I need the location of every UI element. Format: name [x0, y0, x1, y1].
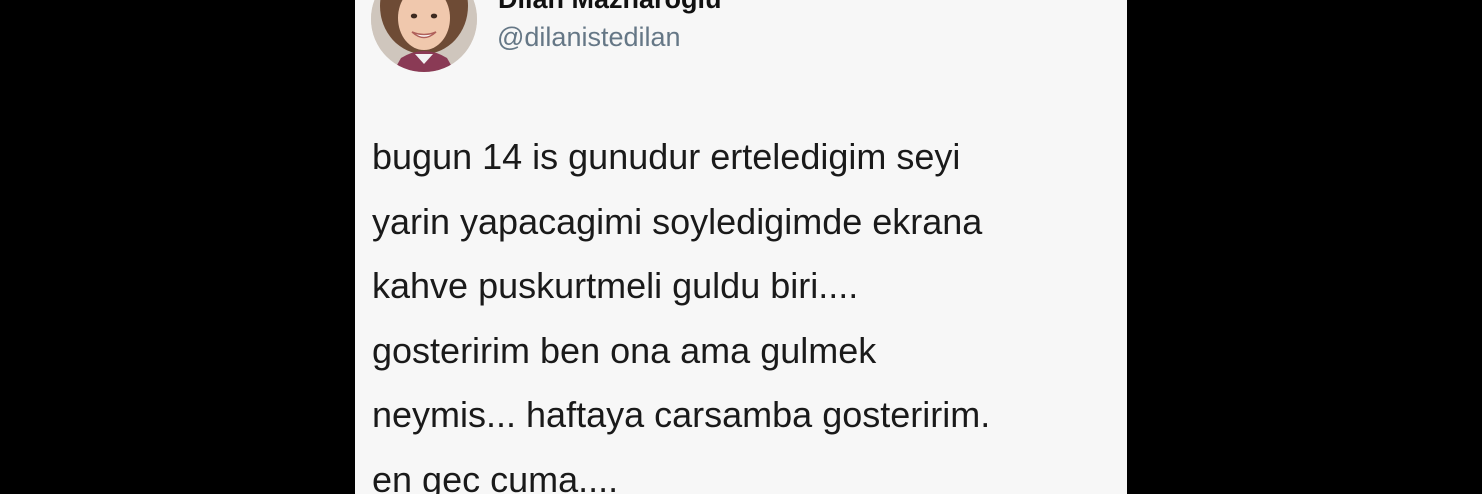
profile-avatar[interactable]: [371, 0, 477, 72]
tweet-line: en gec cuma....: [372, 458, 619, 494]
tweet-card: Dilan Mazharoglu @dilanistedilan bugun 1…: [355, 0, 1127, 494]
tweet-line: bugun 14 is gunudur erteledigim seyi: [372, 136, 961, 177]
avatar-portrait-icon: [371, 0, 477, 72]
tweet-line: neymis... haftaya carsamba gosteririm.: [372, 394, 991, 435]
tweet-line: yarin yapacagimi soyledigimde ekrana: [372, 200, 983, 242]
tweet-text: bugun 14 is gunudur erteledigim seyi yar…: [372, 125, 1117, 494]
display-name[interactable]: Dilan Mazharoglu: [498, 0, 722, 15]
tweet-line: kahve puskurtmeli guldu biri....: [372, 265, 859, 306]
tweet-line: gosteririm ben ona ama gulmek: [372, 329, 877, 371]
screen: Dilan Mazharoglu @dilanistedilan bugun 1…: [0, 0, 1482, 494]
user-handle[interactable]: @dilanistedilan: [497, 22, 681, 53]
